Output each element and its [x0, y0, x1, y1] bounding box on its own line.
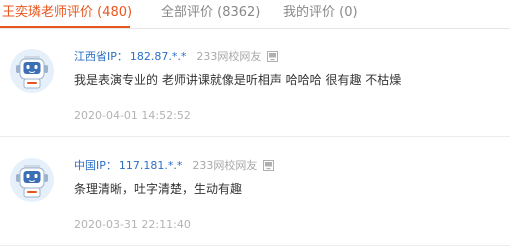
ip-address: 117.181.*.*	[118, 159, 183, 172]
pc-icon	[263, 160, 275, 176]
active-tab-indicator	[0, 26, 130, 28]
ip-location-link[interactable]: 江西省IP：	[74, 50, 128, 63]
divider	[0, 245, 510, 246]
review-meta: 江西省IP： 182.87.*.* 233网校网友	[74, 49, 279, 67]
review-item: 江西省IP： 182.87.*.* 233网校网友 我是表演专业的 老师讲课就像是听…	[0, 29, 510, 137]
ip-address: 182.87.*.*	[129, 50, 187, 63]
review-meta: 中国IP： 117.181.*.* 233网校网友	[74, 158, 275, 176]
divider	[0, 136, 510, 137]
review-timestamp: 2020-03-31 22:11:40	[74, 218, 191, 231]
pc-icon	[267, 51, 279, 67]
ip-location-link[interactable]: 中国IP：	[74, 159, 117, 172]
review-content: 我是表演专业的 老师讲课就像是听相声 哈哈哈 很有趣 不枯燥	[74, 73, 402, 87]
tab-teacher-reviews[interactable]: 王奕璘老师评价 (480)	[2, 5, 132, 21]
robot-avatar-icon	[10, 49, 54, 93]
review-timestamp: 2020-04-01 14:52:52	[74, 109, 191, 122]
review-tabs: 王奕璘老师评价 (480) 全部评价 (8362) 我的评价 (0)	[0, 0, 510, 29]
tab-my-reviews[interactable]: 我的评价 (0)	[283, 5, 358, 21]
reviewer-source: 233网校网友	[196, 50, 262, 63]
review-item: 中国IP： 117.181.*.* 233网校网友 条理清晰，吐字清楚，生动有趣 2…	[0, 138, 510, 246]
review-content: 条理清晰，吐字清楚，生动有趣	[74, 182, 243, 196]
reviewer-source: 233网校网友	[192, 159, 258, 172]
robot-avatar-icon	[10, 158, 54, 202]
tab-all-reviews[interactable]: 全部评价 (8362)	[161, 5, 260, 21]
